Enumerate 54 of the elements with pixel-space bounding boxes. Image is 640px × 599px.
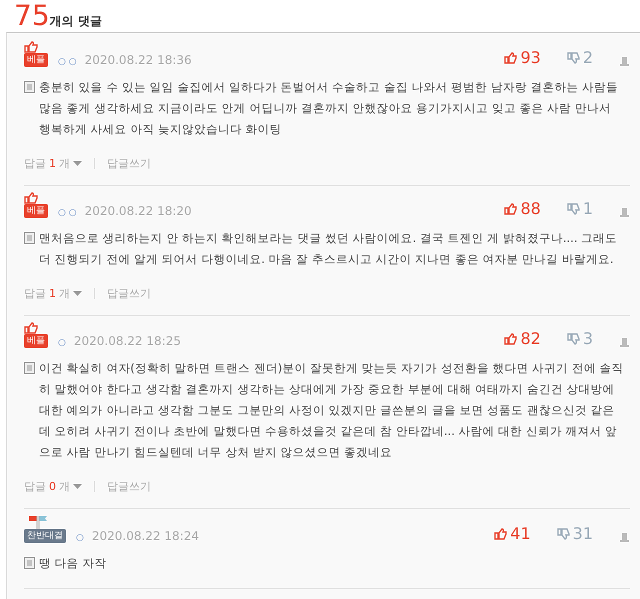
thumbs-up-icon	[504, 202, 518, 214]
dislike-button[interactable]: 2	[566, 48, 593, 67]
dislike-button[interactable]: 3	[566, 329, 593, 348]
report-icon[interactable]	[619, 207, 630, 218]
nickname[interactable]: ○	[76, 533, 84, 543]
thumbs-up-icon	[504, 52, 518, 64]
like-button[interactable]: 82	[504, 329, 541, 348]
badge-label: 베플	[24, 334, 48, 348]
comment-count-label: 개의 댓글	[50, 13, 102, 30]
thumbs-down-icon	[566, 202, 580, 214]
badge-label: 베플	[24, 53, 48, 67]
thumbs-up-icon	[24, 192, 38, 204]
comment-date: 2020.08.22 18:24	[92, 529, 199, 543]
badge-label: 베플	[24, 204, 48, 218]
thumbs-down-icon	[566, 332, 580, 344]
dislike-button[interactable]: 1	[566, 199, 593, 218]
caret-icon	[73, 161, 82, 166]
like-button[interactable]: 93	[504, 48, 541, 67]
thumbs-down-icon	[556, 528, 570, 540]
nickname[interactable]: ○ ○	[58, 208, 77, 218]
reply-toggle[interactable]: 답글 1 개	[24, 286, 82, 301]
thumbs-up-icon	[504, 332, 518, 344]
nickname[interactable]: ○	[58, 338, 66, 348]
memo-icon	[24, 232, 35, 244]
reply-toggle[interactable]: 답글 1 개	[24, 156, 82, 171]
like-button[interactable]: 88	[504, 199, 541, 218]
memo-icon	[24, 362, 35, 374]
thumbs-down-icon	[566, 52, 580, 64]
comment-text: 이건 확실히 여자(정확히 말하면 트랜스 젠더)분이 잘못한게 맞는듯 자기가 성전환을 했다면 사귀기 전에 솔직히 말했어야 한다고 생각함 결혼까지 생각하는 상대에게 가장 중요한 부분에 대해 여태까지 숨긴건 상대방에 대한 예의가 아니라고 생각함 그분도 그분만의 사정이 있겠지만 글쓴분의 글을 보면 성품도 괜찮으신것 같은데 오히려 사귀기 전이나 초반에 말했다면 수용하셨을것 같은데 참 안타깝네... 사람에 대한 신뢰가 깨져서 앞으로 사람 만나기 힘드실텐데 너무 상처 받지 않으셨으면 좋겠네요	[39, 360, 624, 461]
report-icon[interactable]	[619, 337, 630, 348]
write-reply-link[interactable]: 답글쓰기	[107, 479, 151, 494]
memo-icon	[24, 557, 35, 569]
memo-icon	[24, 81, 35, 93]
report-icon[interactable]	[619, 56, 630, 67]
badge-label: 찬반대결	[24, 529, 66, 543]
comment-text: 땡 다음 자작	[39, 555, 106, 572]
dislike-button[interactable]: 31	[556, 524, 593, 543]
caret-icon	[73, 291, 82, 296]
like-button[interactable]: 41	[494, 524, 531, 543]
thumbs-up-icon	[24, 41, 38, 53]
comment-text: 맨처음으로 생리하는지 안 하는지 확인해보라는 댓글 썼던 사람이에요. 결국 트젠인 게 밝혀졌구나.... 그래도 더 진행되기 전에 알게 되어서 다행이네요. 마음 잘 추스르시고 시간이 지나면 좋은 여자분 만나길 바랄게요.	[39, 230, 618, 268]
thumbs-up-icon	[24, 322, 38, 334]
write-reply-link[interactable]: 답글쓰기	[107, 156, 151, 171]
nickname[interactable]: ○ ○	[58, 57, 77, 67]
caret-icon	[73, 484, 82, 489]
comment-date: 2020.08.22 18:25	[74, 334, 181, 348]
reply-toggle[interactable]: 답글 0 개	[24, 479, 82, 494]
write-reply-link[interactable]: 답글쓰기	[107, 286, 151, 301]
thumbs-up-icon	[494, 528, 508, 540]
comment-count: 75	[14, 0, 50, 32]
report-icon[interactable]	[619, 532, 630, 543]
comment-text: 충분히 있을 수 있는 일임 술집에서 일하다가 돈벌어서 수술하고 술집 나와서 평범한 남자랑 결혼하는 사람들 많음 좋게 생각하세요 지금이라도 안게 어딥니까 결혼까지 안했잖아요 용기가지시고 잊고 좋은 사람 만나서 행복하게 사세요 아직 늦지않았습니다 화이팅	[39, 79, 620, 138]
comment-date: 2020.08.22 18:36	[84, 53, 192, 67]
comment-date: 2020.08.22 18:20	[84, 204, 192, 218]
